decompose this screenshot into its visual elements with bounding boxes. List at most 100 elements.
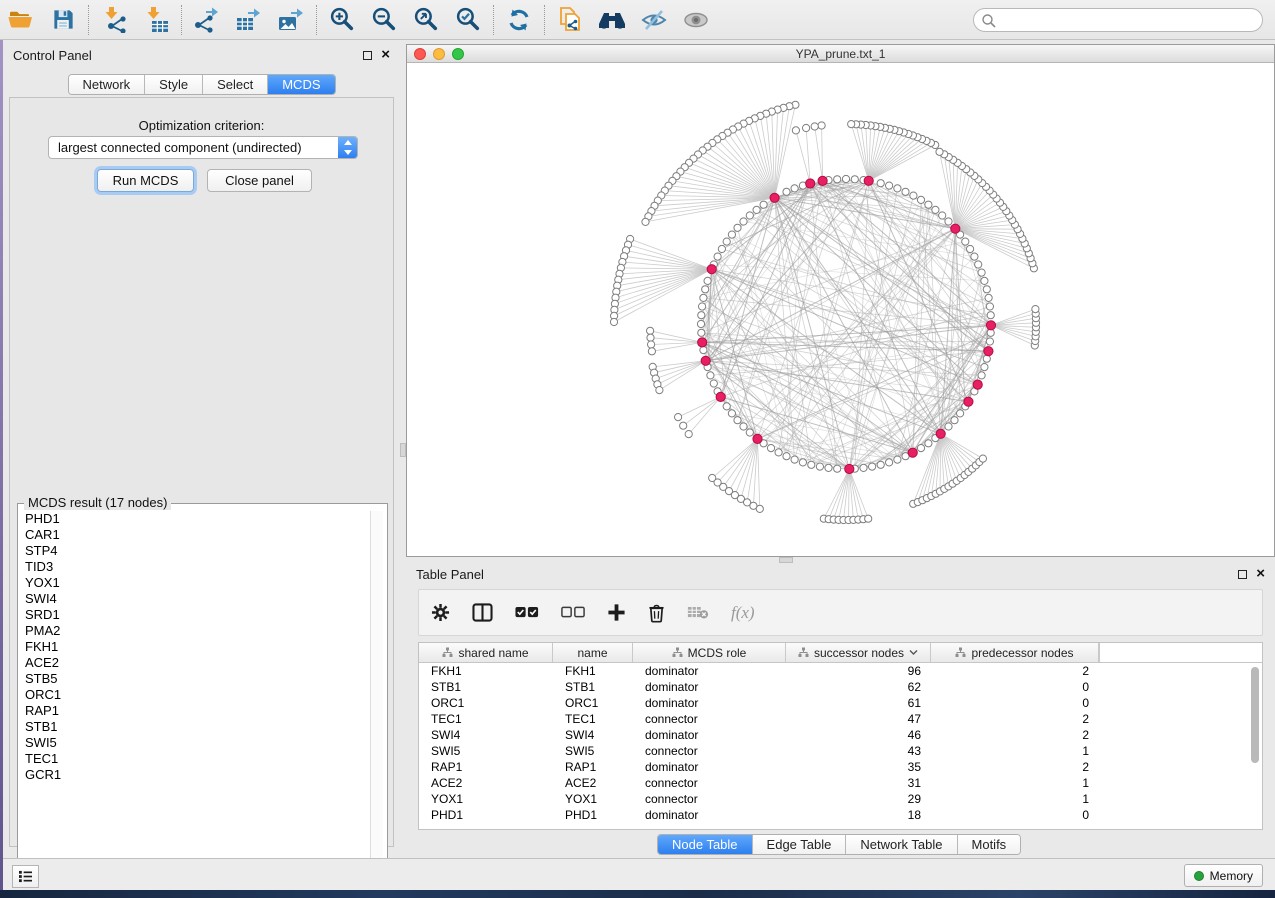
select-all-icon[interactable] — [515, 606, 539, 619]
save-session-button[interactable] — [42, 3, 84, 37]
mcds-result-item[interactable]: SRD1 — [19, 607, 371, 623]
network-node[interactable] — [723, 238, 730, 245]
table-row[interactable]: RAP1RAP1dominator352 — [419, 759, 1262, 775]
network-node[interactable] — [902, 188, 909, 195]
network-node[interactable] — [975, 261, 982, 268]
network-dominator-node[interactable] — [770, 193, 779, 202]
network-node[interactable] — [685, 431, 692, 438]
network-node[interactable] — [945, 218, 952, 225]
network-node[interactable] — [740, 218, 747, 225]
zoom-out-button[interactable] — [363, 3, 405, 37]
memory-button[interactable]: Memory — [1184, 864, 1263, 887]
column-header-name[interactable]: name — [553, 643, 633, 662]
tab-network-table[interactable]: Network Table — [846, 835, 957, 854]
network-node[interactable] — [811, 123, 818, 130]
network-node[interactable] — [925, 440, 932, 447]
mcds-result-item[interactable]: STP4 — [19, 543, 371, 559]
network-node[interactable] — [734, 417, 741, 424]
network-node[interactable] — [981, 277, 988, 284]
table-scrollbar[interactable] — [1251, 667, 1259, 763]
float-panel-icon[interactable] — [363, 51, 372, 60]
table-row[interactable]: YOX1YOX1connector291 — [419, 791, 1262, 807]
network-dominator-node[interactable] — [936, 429, 945, 438]
network-node[interactable] — [957, 410, 964, 417]
network-node[interactable] — [983, 286, 990, 293]
search-input[interactable] — [973, 8, 1263, 32]
network-node[interactable] — [791, 185, 798, 192]
network-node[interactable] — [848, 121, 855, 128]
network-node[interactable] — [610, 318, 617, 325]
mcds-result-item[interactable]: SWI5 — [19, 735, 371, 751]
show-all-button[interactable] — [675, 3, 717, 37]
network-node[interactable] — [702, 286, 709, 293]
network-node[interactable] — [803, 124, 810, 131]
mcds-result-item[interactable]: TEC1 — [19, 751, 371, 767]
network-node[interactable] — [917, 196, 924, 203]
network-node[interactable] — [704, 277, 711, 284]
mcds-result-item[interactable]: YOX1 — [19, 575, 371, 591]
network-node[interactable] — [842, 175, 849, 182]
network-dominator-node[interactable] — [986, 321, 995, 330]
zoom-in-button[interactable] — [321, 3, 363, 37]
network-node[interactable] — [910, 192, 917, 199]
mcds-result-item[interactable]: FKH1 — [19, 639, 371, 655]
network-dominator-node[interactable] — [984, 347, 993, 356]
mcds-result-item[interactable]: PMA2 — [19, 623, 371, 639]
network-node[interactable] — [987, 312, 994, 319]
mcds-result-item[interactable]: CAR1 — [19, 527, 371, 543]
open-file-button[interactable] — [0, 3, 42, 37]
table-row[interactable]: PHD1PHD1dominator180 — [419, 807, 1262, 823]
network-node[interactable] — [825, 464, 832, 471]
network-node[interactable] — [698, 312, 705, 319]
network-dominator-node[interactable] — [753, 434, 762, 443]
network-node[interactable] — [792, 127, 799, 134]
table-row[interactable]: ORC1ORC1dominator610 — [419, 695, 1262, 711]
network-node[interactable] — [728, 410, 735, 417]
network-node[interactable] — [939, 212, 946, 219]
mcds-result-item[interactable]: GCR1 — [19, 767, 371, 783]
network-node[interactable] — [886, 182, 893, 189]
network-dominator-node[interactable] — [806, 179, 815, 188]
network-node[interactable] — [851, 176, 858, 183]
network-node[interactable] — [642, 218, 649, 225]
export-network-button[interactable] — [186, 3, 228, 37]
network-node[interactable] — [767, 445, 774, 452]
network-node[interactable] — [647, 334, 654, 341]
optimization-criterion-select[interactable]: largest connected component (undirected) — [48, 136, 358, 159]
network-node[interactable] — [675, 414, 682, 421]
network-node[interactable] — [978, 269, 985, 276]
network-node[interactable] — [718, 245, 725, 252]
tab-select[interactable]: Select — [203, 75, 268, 94]
tab-network[interactable]: Network — [68, 75, 145, 94]
tab-motifs[interactable]: Motifs — [958, 835, 1021, 854]
network-node[interactable] — [707, 372, 714, 379]
network-node[interactable] — [865, 515, 872, 522]
network-node[interactable] — [818, 122, 825, 129]
zoom-fit-button[interactable] — [405, 3, 447, 37]
network-node[interactable] — [783, 453, 790, 460]
network-node[interactable] — [808, 461, 815, 468]
network-node[interactable] — [869, 463, 876, 470]
mcds-result-item[interactable]: STB5 — [19, 671, 371, 687]
import-network-button[interactable] — [93, 3, 135, 37]
network-canvas[interactable] — [407, 63, 1274, 556]
network-node[interactable] — [756, 505, 763, 512]
close-panel-icon[interactable]: × — [1256, 569, 1265, 579]
zoom-selected-button[interactable] — [447, 3, 489, 37]
network-node[interactable] — [746, 429, 753, 436]
network-node[interactable] — [877, 461, 884, 468]
table-mode-gear-icon[interactable] — [431, 603, 450, 622]
table-row[interactable]: STB1STB1dominator620 — [419, 679, 1262, 695]
mcds-result-item[interactable]: ORC1 — [19, 687, 371, 703]
network-node[interactable] — [967, 245, 974, 252]
run-mcds-button[interactable]: Run MCDS — [97, 169, 194, 192]
table-row[interactable]: ACE2ACE2connector311 — [419, 775, 1262, 791]
mcds-result-list[interactable]: PHD1CAR1STP4TID3YOX1SWI4SRD1PMA2FKH1ACE2… — [19, 511, 371, 869]
network-node[interactable] — [877, 180, 884, 187]
network-node[interactable] — [699, 303, 706, 310]
network-node[interactable] — [834, 465, 841, 472]
network-node[interactable] — [714, 253, 721, 260]
network-window-titlebar[interactable]: YPA_prune.txt_1 — [407, 45, 1274, 63]
network-node[interactable] — [1032, 306, 1039, 313]
network-node[interactable] — [723, 403, 730, 410]
